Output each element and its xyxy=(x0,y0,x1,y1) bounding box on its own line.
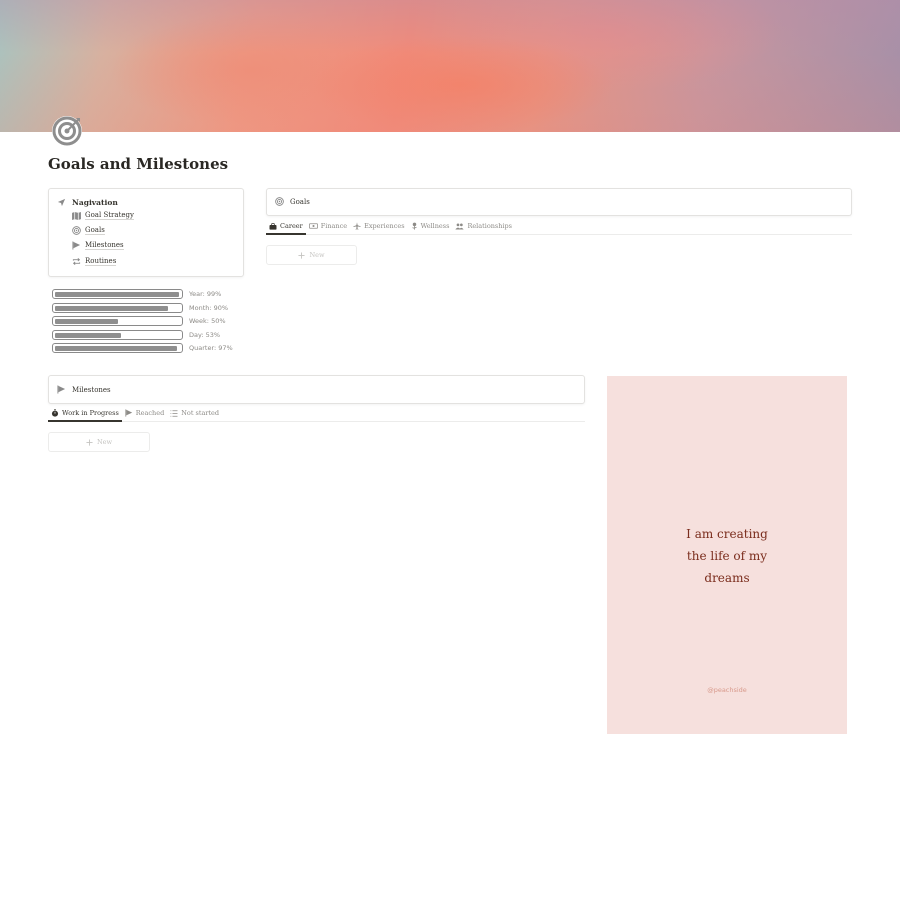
milestones-tabs: Work in Progress Reached Not started xyxy=(48,409,585,422)
tab-finance[interactable]: Finance xyxy=(306,222,350,234)
tab-label: Relationships xyxy=(467,222,513,230)
target-icon xyxy=(275,197,284,206)
progress-quarter: Quarter: 97% xyxy=(52,343,233,353)
briefcase-icon xyxy=(269,222,277,230)
navigation-title: Nagivation xyxy=(72,198,118,207)
goals-new-button[interactable]: New xyxy=(266,245,357,265)
new-label: New xyxy=(96,438,113,446)
quote-handle: @peachside xyxy=(707,686,747,694)
tab-label: Reached xyxy=(135,409,165,417)
navigation-callout: Nagivation Goal Strategy Goals Milestone… xyxy=(48,188,244,277)
milestones-new-button[interactable]: New xyxy=(48,432,150,452)
plus-icon xyxy=(298,251,305,259)
nav-item-label[interactable]: Goals xyxy=(85,226,105,236)
nav-item-milestones[interactable]: Milestones xyxy=(72,241,124,251)
progress-fill xyxy=(54,332,122,338)
location-arrow-icon xyxy=(57,198,66,207)
map-icon xyxy=(72,211,81,220)
flag-icon xyxy=(125,409,133,417)
progress-label: Quarter: 97% xyxy=(189,344,233,352)
progress-fill xyxy=(54,345,177,351)
progress-day: Day: 53% xyxy=(52,330,220,340)
quote-image: I am creating the life of my dreams @pea… xyxy=(607,376,847,734)
progress-label: Year: 99% xyxy=(189,290,222,298)
progress-month: Month: 90% xyxy=(52,303,228,313)
milestones-title: Milestones xyxy=(72,385,111,394)
tab-experiences[interactable]: Experiences xyxy=(350,222,407,234)
plus-icon xyxy=(86,438,93,446)
tab-not-started[interactable]: Not started xyxy=(167,409,222,421)
progress-week: Week: 50% xyxy=(52,316,226,326)
nav-item-goal-strategy[interactable]: Goal Strategy xyxy=(72,211,134,221)
list-icon xyxy=(170,409,178,417)
tab-label: Experiences xyxy=(364,222,405,230)
tab-career[interactable]: Career xyxy=(266,222,306,235)
quote-line: I am creating xyxy=(686,527,768,541)
progress-label: Month: 90% xyxy=(189,304,229,312)
tab-wellness[interactable]: Wellness xyxy=(408,222,453,234)
page-title: Goals and Milestones xyxy=(48,155,229,173)
money-icon xyxy=(308,223,318,229)
quote-line: the life of my xyxy=(686,549,768,563)
tab-work-in-progress[interactable]: Work in Progress xyxy=(48,409,122,422)
tab-label: Work in Progress xyxy=(62,409,119,417)
tab-label: Not started xyxy=(181,409,220,417)
progress-fill xyxy=(54,291,180,297)
progress-bar xyxy=(52,316,183,326)
tab-relationships[interactable]: Relationships xyxy=(452,222,515,234)
nav-item-goals[interactable]: Goals xyxy=(72,226,105,236)
progress-label: Week: 50% xyxy=(189,317,226,325)
quote-text: I am creating the life of my dreams xyxy=(607,523,847,589)
stopwatch-icon xyxy=(51,409,59,417)
goals-title: Goals xyxy=(290,197,310,206)
new-label: New xyxy=(309,251,325,259)
repeat-icon xyxy=(72,257,81,266)
nav-item-label[interactable]: Routines xyxy=(85,257,117,267)
flag-icon xyxy=(57,385,66,394)
people-icon xyxy=(455,223,465,230)
progress-label: Day: 53% xyxy=(189,331,221,339)
progress-bar xyxy=(52,330,183,340)
tab-label: Wellness xyxy=(420,222,450,230)
progress-bar xyxy=(52,343,183,353)
goals-callout: Goals xyxy=(266,188,852,216)
milestones-callout: Milestones xyxy=(48,375,585,404)
target-icon xyxy=(72,226,81,235)
progress-bar xyxy=(52,289,183,299)
nav-item-label[interactable]: Milestones xyxy=(85,241,124,251)
progress-bar xyxy=(52,303,183,313)
progress-fill xyxy=(54,305,168,311)
tab-reached[interactable]: Reached xyxy=(122,409,167,421)
target-icon xyxy=(50,114,84,148)
tab-label: Career xyxy=(280,222,303,230)
nav-item-label[interactable]: Goal Strategy xyxy=(85,211,134,221)
nav-item-routines[interactable]: Routines xyxy=(72,257,117,267)
flower-icon xyxy=(411,222,418,230)
progress-year: Year: 99% xyxy=(52,289,221,299)
tab-label: Finance xyxy=(320,222,348,230)
cover-image xyxy=(0,0,900,132)
airplane-icon xyxy=(353,222,361,230)
goals-tabs: Career Finance Experiences Wellness Rela… xyxy=(266,222,852,235)
progress-fill xyxy=(54,318,118,324)
flag-icon xyxy=(72,241,81,250)
quote-line: dreams xyxy=(704,571,750,585)
